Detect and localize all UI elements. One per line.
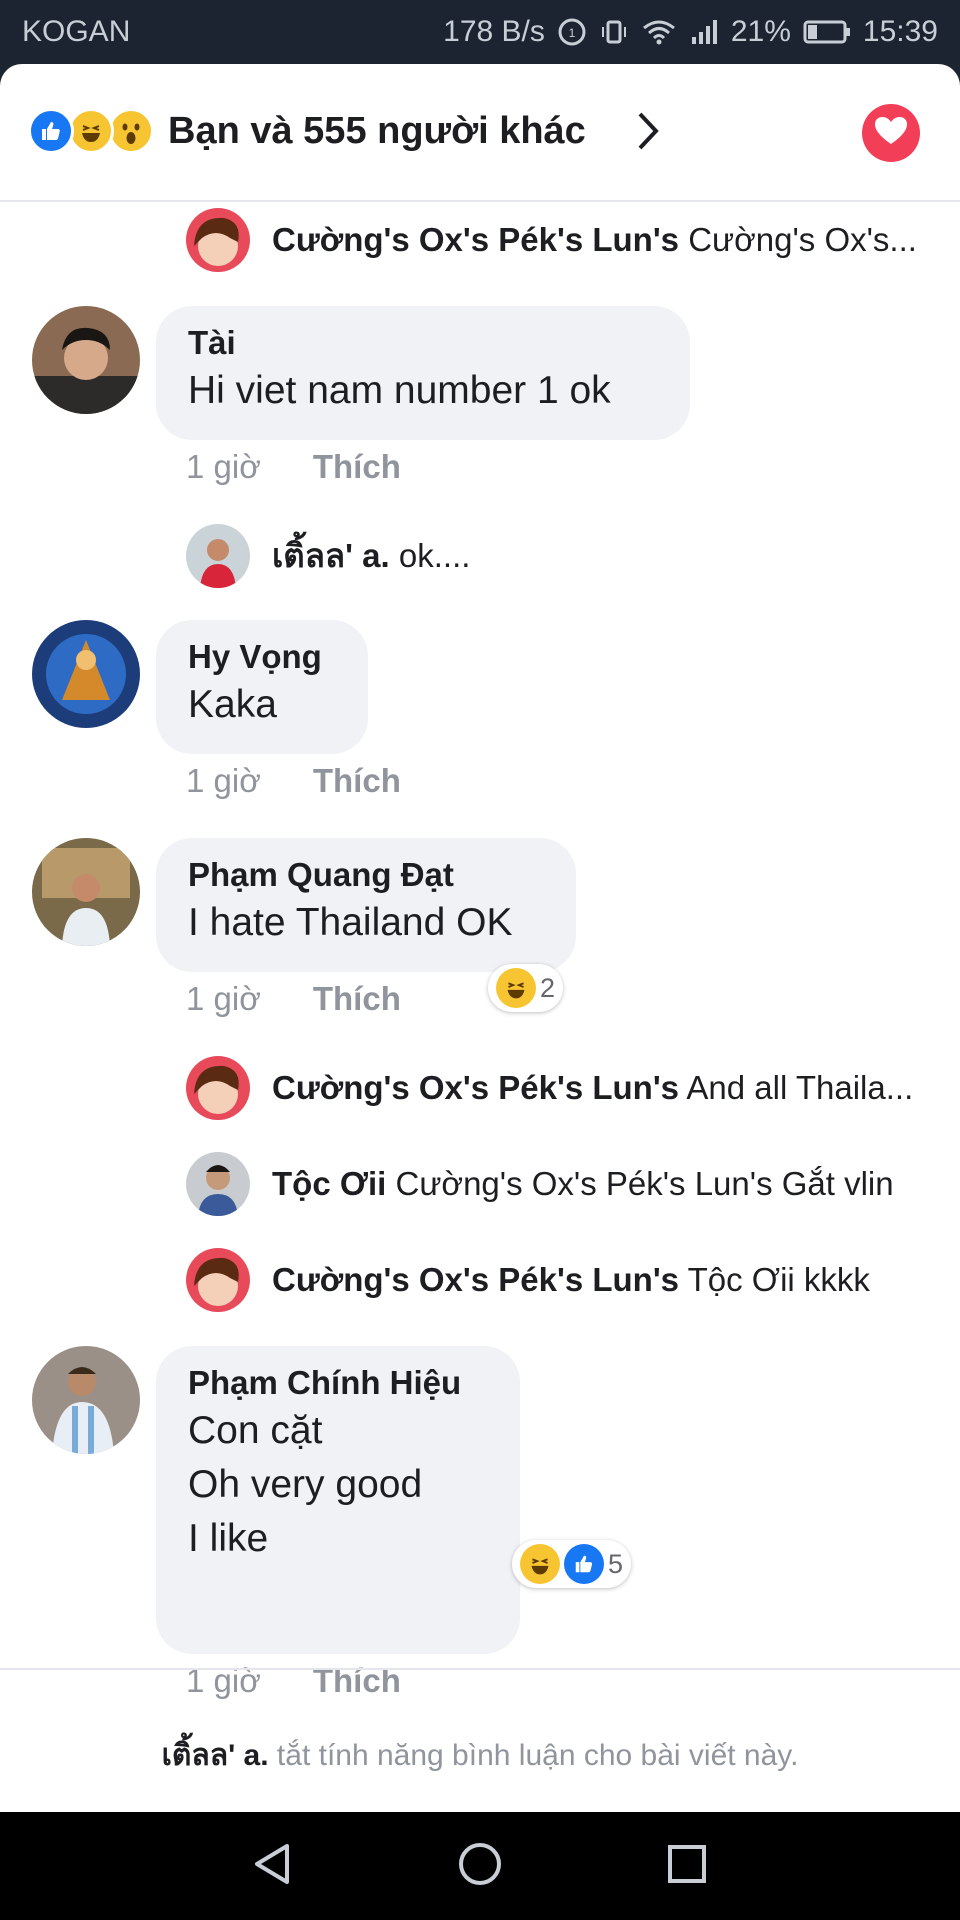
- footer-divider: [0, 1668, 960, 1670]
- love-button[interactable]: [862, 104, 920, 162]
- status-icons: 178 B/s 1 21% 15:39: [443, 15, 938, 49]
- comment-text: Hi viet nam number 1 ok: [188, 369, 611, 412]
- comment-time: 1 giờ: [186, 980, 261, 1017]
- haha-icon: [496, 968, 536, 1008]
- comment-bubble[interactable]: Phạm Quang Đạt I hate Thailand OK: [156, 838, 576, 972]
- comment-bubble[interactable]: Tài Hi viet nam number 1 ok: [156, 306, 690, 440]
- avatar[interactable]: [32, 620, 140, 728]
- comments-sheet: Bạn và 555 người khác Cường's Ox's Pék's…: [0, 64, 960, 1812]
- comment-time: 1 giờ: [186, 448, 261, 485]
- comment-author[interactable]: Phạm Quang Đạt: [188, 854, 544, 896]
- svg-text:1: 1: [569, 26, 576, 40]
- like-icon: [28, 108, 74, 154]
- reply-line: เติ้ลล' a. ok....: [272, 536, 470, 576]
- signal-icon: [689, 17, 719, 47]
- avatar[interactable]: [32, 306, 140, 414]
- reply-line: Cường's Ox's Pék's Lun's Tộc Ơii kkkk: [272, 1260, 870, 1300]
- comment-author[interactable]: Phạm Chính Hiệu: [188, 1362, 488, 1404]
- haha-icon: [68, 108, 114, 154]
- comment-meta: 1 giờ Thích: [186, 762, 401, 800]
- reply-line: Tộc Ơii Cường's Ox's Pék's Lun's Gắt vli…: [272, 1164, 894, 1204]
- back-icon[interactable]: [249, 1840, 297, 1893]
- comment-text-line: I like: [188, 1517, 269, 1560]
- comments-disabled-notice: เติ้ลล' a. tắt tính năng bình luận cho b…: [0, 1732, 960, 1779]
- reply-line: Cường's Ox's Pék's Lun's And all Thaila.…: [272, 1068, 913, 1108]
- battery-percent: 21%: [730, 15, 791, 48]
- footer-text: tắt tính năng bình luận cho bài viết này…: [276, 1739, 799, 1772]
- recents-icon[interactable]: [663, 1840, 711, 1893]
- like-link[interactable]: Thích: [313, 980, 401, 1018]
- avatar[interactable]: [186, 208, 250, 272]
- reaction-count-number: 5: [608, 1548, 624, 1579]
- comment-meta: 1 giờ Thích: [186, 980, 401, 1018]
- reply-text: Cường's Ox's Pék's Lun's Gắt vlin: [395, 1165, 894, 1202]
- reply-text: ok....: [398, 537, 471, 574]
- comment-text: I hate Thailand OK: [188, 901, 513, 944]
- vibrate-icon: [599, 17, 629, 47]
- chevron-right-icon[interactable]: [632, 108, 662, 159]
- reply-author[interactable]: Cường's Ox's Pék's Lun's: [272, 1261, 679, 1298]
- avatar[interactable]: [186, 1056, 250, 1120]
- comment-author[interactable]: Hy Vọng: [188, 636, 336, 678]
- comment-text-line: Con cặt: [188, 1409, 323, 1452]
- clock: 15:39: [862, 15, 938, 48]
- reply-text: Cường's Ox's...: [688, 221, 917, 258]
- comment-text-line: Oh very good: [188, 1463, 423, 1506]
- reactions-header[interactable]: Bạn và 555 người khác: [0, 64, 960, 202]
- reply-text: And all Thaila...: [686, 1069, 914, 1106]
- reply-author[interactable]: Cường's Ox's Pék's Lun's: [272, 221, 679, 258]
- comment-meta: 1 giờ Thích: [186, 448, 401, 486]
- reaction-icons: [28, 108, 160, 154]
- comment-author[interactable]: Tài: [188, 322, 658, 364]
- like-link[interactable]: Thích: [313, 448, 401, 486]
- reactions-summary[interactable]: Bạn và 555 người khác: [168, 108, 586, 154]
- reply-text: Tộc Ơii kkkk: [687, 1261, 870, 1298]
- comment-bubble[interactable]: Phạm Chính Hiệu Con cặt Oh very good I l…: [156, 1346, 520, 1654]
- net-speed: 178 B/s: [443, 15, 545, 48]
- comment-bubble[interactable]: Hy Vọng Kaka: [156, 620, 368, 754]
- reaction-count[interactable]: 5: [512, 1540, 632, 1588]
- hd-call-icon: 1: [557, 17, 587, 47]
- home-icon[interactable]: [456, 1840, 504, 1893]
- like-icon: [564, 1544, 604, 1584]
- footer-name[interactable]: เติ้ลล' a.: [162, 1739, 269, 1772]
- avatar[interactable]: [186, 1152, 250, 1216]
- reply-author[interactable]: Cường's Ox's Pék's Lun's: [272, 1069, 679, 1106]
- battery-icon: [803, 18, 851, 46]
- like-link[interactable]: Thích: [313, 762, 401, 800]
- avatar[interactable]: [186, 524, 250, 588]
- wow-icon: [108, 108, 154, 154]
- wifi-icon: [641, 17, 677, 47]
- reply-author[interactable]: Tộc Ơii: [272, 1165, 386, 1202]
- status-bar: KOGAN 178 B/s 1 21% 15:39: [0, 0, 960, 64]
- navigation-bar: [0, 1812, 960, 1920]
- carrier-label: KOGAN: [22, 15, 131, 48]
- haha-icon: [520, 1544, 560, 1584]
- avatar[interactable]: [32, 1346, 140, 1454]
- avatar[interactable]: [32, 838, 140, 946]
- reaction-count[interactable]: 2: [488, 964, 564, 1012]
- reply-author[interactable]: เติ้ลล' a.: [272, 537, 390, 574]
- comment-text: Kaka: [188, 683, 277, 726]
- reply-line: Cường's Ox's Pék's Lun's Cường's Ox's...: [272, 220, 917, 260]
- love-icon: [874, 116, 908, 151]
- reaction-count-number: 2: [540, 972, 556, 1003]
- avatar[interactable]: [186, 1248, 250, 1312]
- comment-time: 1 giờ: [186, 762, 261, 799]
